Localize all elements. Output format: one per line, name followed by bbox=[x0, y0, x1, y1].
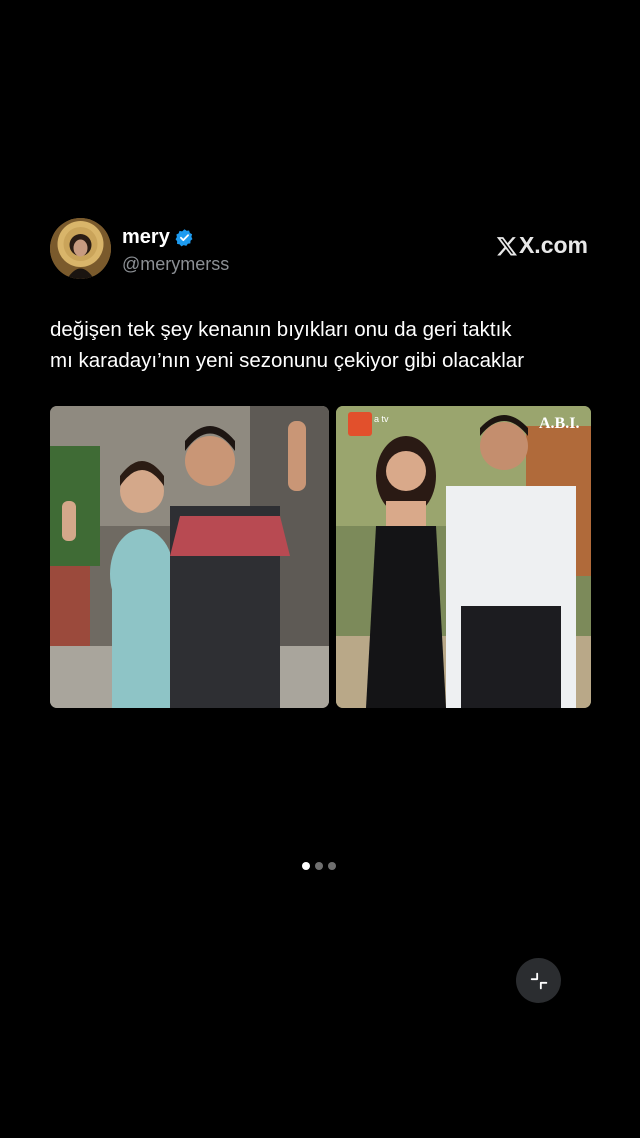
display-name[interactable]: mery bbox=[122, 226, 170, 249]
collapse-button[interactable] bbox=[516, 958, 561, 1003]
site-logo: X.com bbox=[496, 232, 588, 259]
photo-right[interactable]: a tv A.B.I. bbox=[336, 406, 591, 708]
handle[interactable]: @merymerss bbox=[122, 254, 229, 275]
photo-left[interactable] bbox=[50, 406, 329, 708]
avatar[interactable] bbox=[50, 218, 111, 279]
tweet-text-line: mı karadayı’nın yeni sezonunu çekiyor gi… bbox=[50, 349, 525, 372]
carousel-dot[interactable] bbox=[302, 862, 310, 870]
verified-badge-icon bbox=[175, 228, 194, 247]
collapse-icon bbox=[530, 972, 547, 989]
channel-logo: a tv bbox=[374, 414, 389, 424]
avatar-image bbox=[50, 218, 111, 279]
media-grid: a tv A.B.I. bbox=[50, 406, 591, 708]
watermark: A.B.I. bbox=[539, 415, 579, 432]
tweet-text-line: değişen tek şey kenanın bıyıkları onu da… bbox=[50, 318, 512, 341]
carousel-dot[interactable] bbox=[328, 862, 336, 870]
tweet-text: değişen tek şey kenanın bıyıkları onu da… bbox=[50, 314, 610, 376]
carousel-indicator bbox=[302, 862, 336, 870]
carousel-dot[interactable] bbox=[315, 862, 323, 870]
site-domain: X.com bbox=[518, 232, 588, 258]
name-row: mery bbox=[122, 226, 194, 249]
x-logo-icon bbox=[496, 236, 517, 255]
